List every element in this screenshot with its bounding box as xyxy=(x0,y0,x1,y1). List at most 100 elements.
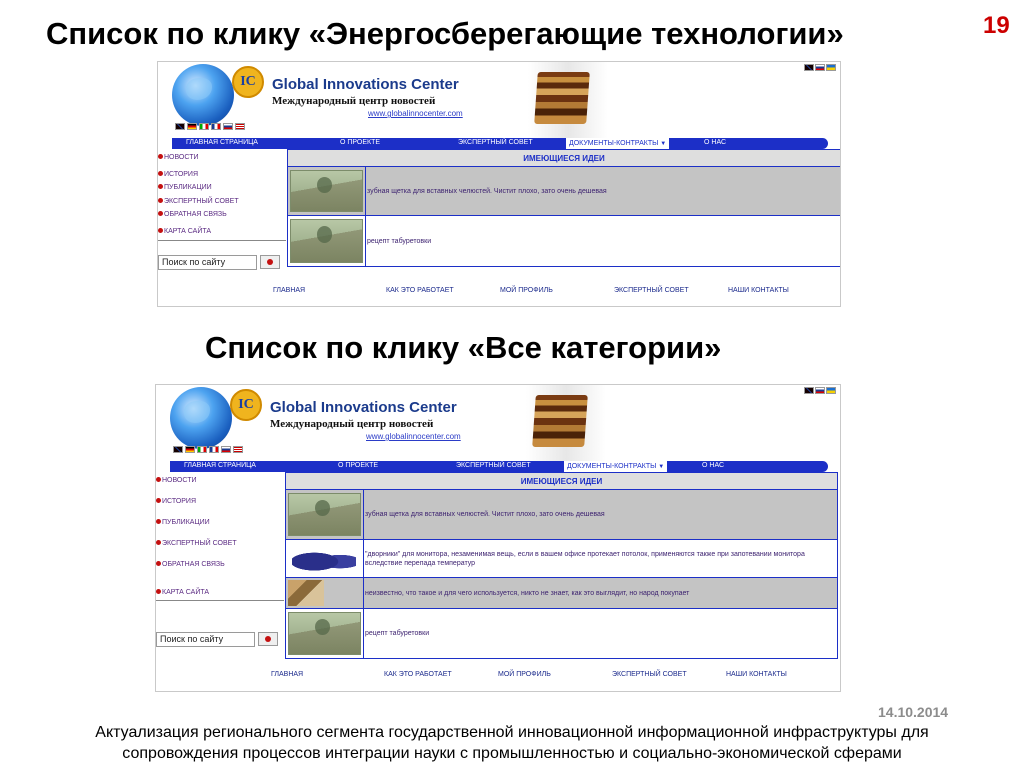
sidebar-item-news[interactable]: НОВОСТИ xyxy=(156,477,197,484)
language-switcher xyxy=(804,64,836,71)
bullet-icon xyxy=(156,561,161,566)
uk-flag-icon[interactable] xyxy=(804,387,814,394)
sidebar-item-label: ПУБЛИКАЦИИ xyxy=(164,184,212,191)
ru-flag-icon[interactable] xyxy=(221,446,231,453)
idea-text[interactable]: неизвестно, что такое и для чего использ… xyxy=(364,578,837,608)
vacuum-icon xyxy=(292,546,356,572)
money-icon xyxy=(290,170,363,212)
sidebar-item-expert-council[interactable]: ЭКСПЕРТНЫЙ СОВЕТ xyxy=(156,540,237,547)
footer-link-how-it-works[interactable]: КАК ЭТО РАБОТАЕТ xyxy=(386,287,454,294)
sidebar-item-label: ЭКСПЕРТНЫЙ СОВЕТ xyxy=(162,540,237,547)
sidebar-item-sitemap[interactable]: КАРТА САЙТА xyxy=(156,589,209,596)
idea-thumbnail xyxy=(286,540,364,577)
nav-documents[interactable]: ДОКУМЕНТЫ-КОНТРАКТЫ ▼ xyxy=(566,138,670,149)
search-go-icon xyxy=(267,259,273,265)
idea-text[interactable]: "дворники" для монитора, незаменимая вещ… xyxy=(364,540,837,577)
search-input[interactable]: Поиск по сайту xyxy=(156,632,255,647)
de-flag-icon[interactable] xyxy=(185,446,195,453)
nav-home[interactable]: ГЛАВНАЯ СТРАНИЦА xyxy=(186,139,258,146)
nav-expert-council[interactable]: ЭКСПЕРТНЫЙ СОВЕТ xyxy=(458,139,533,146)
sidebar-item-label: ЭКСПЕРТНЫЙ СОВЕТ xyxy=(164,198,239,205)
sidebar-item-publications[interactable]: ПУБЛИКАЦИИ xyxy=(158,184,212,191)
idea-thumbnail xyxy=(286,490,364,539)
nav-about-project[interactable]: О ПРОЕКТЕ xyxy=(340,139,380,146)
idea-row[interactable]: "дворники" для монитора, незаменимая вещ… xyxy=(286,540,837,578)
nav-expert-council[interactable]: ЭКСПЕРТНЫЙ СОВЕТ xyxy=(456,462,531,469)
sidebar-item-history[interactable]: ИСТОРИЯ xyxy=(156,498,196,505)
idea-text[interactable]: зубная щетка для вставных челюстей. Чист… xyxy=(364,490,837,539)
sidebar-item-history[interactable]: ИСТОРИЯ xyxy=(158,171,198,178)
idea-row[interactable]: зубная щетка для вставных челюстей. Чист… xyxy=(288,167,840,216)
footer-link-how-it-works[interactable]: КАК ЭТО РАБОТАЕТ xyxy=(384,671,452,678)
sidebar-item-feedback[interactable]: ОБРАТНАЯ СВЯЗЬ xyxy=(158,211,227,218)
fr-flag-icon[interactable] xyxy=(211,123,221,130)
search-input[interactable]: Поиск по сайту xyxy=(158,255,257,270)
site-url-link[interactable]: www.globalinnocenter.com xyxy=(368,109,463,118)
nav-about-project[interactable]: О ПРОЕКТЕ xyxy=(338,462,378,469)
ua-flag-icon[interactable] xyxy=(826,64,836,71)
ua-flag-icon[interactable] xyxy=(826,387,836,394)
idea-text[interactable]: рецепт табуретовки xyxy=(364,609,837,658)
sidebar-item-label: НОВОСТИ xyxy=(164,154,199,161)
footer-link-expert-council[interactable]: ЭКСПЕРТНЫЙ СОВЕТ xyxy=(612,671,687,678)
idea-row[interactable]: зубная щетка для вставных челюстей. Чист… xyxy=(286,490,837,540)
sidebar-item-sitemap[interactable]: КАРТА САЙТА xyxy=(158,228,211,235)
idea-thumbnail xyxy=(286,609,364,658)
idea-row[interactable]: рецепт табуретовки xyxy=(288,216,840,266)
fr-flag-icon[interactable] xyxy=(209,446,219,453)
bullet-icon xyxy=(156,519,161,524)
bullet-icon xyxy=(158,198,163,203)
footer-link-profile[interactable]: МОЙ ПРОФИЛЬ xyxy=(498,671,551,678)
footer-link-home[interactable]: ГЛАВНАЯ xyxy=(271,671,303,678)
idea-text[interactable]: рецепт табуретовки xyxy=(366,216,840,266)
idea-row[interactable]: рецепт табуретовки xyxy=(286,609,837,658)
footer-link-home[interactable]: ГЛАВНАЯ xyxy=(273,287,305,294)
nav-home[interactable]: ГЛАВНАЯ СТРАНИЦА xyxy=(184,462,256,469)
it-flag-icon[interactable] xyxy=(199,123,209,130)
uk-flag-icon[interactable] xyxy=(804,64,814,71)
nav-about-us[interactable]: О НАС xyxy=(702,462,724,469)
sidebar-item-expert-council[interactable]: ЭКСПЕРТНЫЙ СОВЕТ xyxy=(158,198,239,205)
idea-thumbnail xyxy=(288,167,366,215)
ru-flag-icon[interactable] xyxy=(815,64,825,71)
search-go-icon xyxy=(265,636,271,642)
footer-link-contacts[interactable]: НАШИ КОНТАКТЫ xyxy=(728,287,789,294)
search-button[interactable] xyxy=(258,632,278,646)
sidebar-item-label: КАРТА САЙТА xyxy=(164,228,212,235)
it-flag-icon[interactable] xyxy=(197,446,207,453)
us-flag-icon[interactable] xyxy=(233,446,243,453)
globe-logo xyxy=(172,64,234,126)
chevron-down-icon: ▼ xyxy=(658,464,665,470)
money-icon xyxy=(288,612,361,655)
de-flag-icon[interactable] xyxy=(187,123,197,130)
brand-name-ru: Международный центр новостей xyxy=(272,95,436,107)
sidebar-item-label: КАРТА САЙТА xyxy=(162,589,210,596)
ru-flag-icon[interactable] xyxy=(223,123,233,130)
sidebar-item-label: НОВОСТИ xyxy=(162,477,197,484)
nav-about-us[interactable]: О НАС xyxy=(704,139,726,146)
bullet-icon xyxy=(156,498,161,503)
page-number: 19 xyxy=(983,12,1010,39)
idea-text[interactable]: зубная щетка для вставных челюстей. Чист… xyxy=(366,167,840,215)
sidebar-item-feedback[interactable]: ОБРАТНАЯ СВЯЗЬ xyxy=(156,561,225,568)
footer-link-expert-council[interactable]: ЭКСПЕРТНЫЙ СОВЕТ xyxy=(614,287,689,294)
brand-name-ru: Международный центр новостей xyxy=(270,418,434,430)
footer-link-profile[interactable]: МОЙ ПРОФИЛЬ xyxy=(500,287,553,294)
search-button[interactable] xyxy=(260,255,280,269)
footer-link-contacts[interactable]: НАШИ КОНТАКТЫ xyxy=(726,671,787,678)
site-url-link[interactable]: www.globalinnocenter.com xyxy=(366,432,461,441)
sidebar-item-news[interactable]: НОВОСТИ xyxy=(158,154,199,161)
ru-flag-icon[interactable] xyxy=(815,387,825,394)
site-header: IC Global Innovations Center Международн… xyxy=(158,62,840,138)
idea-row[interactable]: неизвестно, что такое и для чего использ… xyxy=(286,578,837,609)
idea-thumbnail xyxy=(286,578,364,608)
footer-line-2: сопровождения процессов интеграции науки… xyxy=(122,745,902,762)
uk-flag-icon[interactable] xyxy=(175,123,185,130)
sidebar-item-publications[interactable]: ПУБЛИКАЦИИ xyxy=(156,519,210,526)
website-screenshot-energy: IC Global Innovations Center Международн… xyxy=(157,61,841,307)
uk-flag-icon[interactable] xyxy=(173,446,183,453)
brand-name-en: Global Innovations Center xyxy=(270,399,457,416)
nav-documents[interactable]: ДОКУМЕНТЫ-КОНТРАКТЫ ▼ xyxy=(564,461,668,472)
bullet-icon xyxy=(158,154,163,159)
us-flag-icon[interactable] xyxy=(235,123,245,130)
